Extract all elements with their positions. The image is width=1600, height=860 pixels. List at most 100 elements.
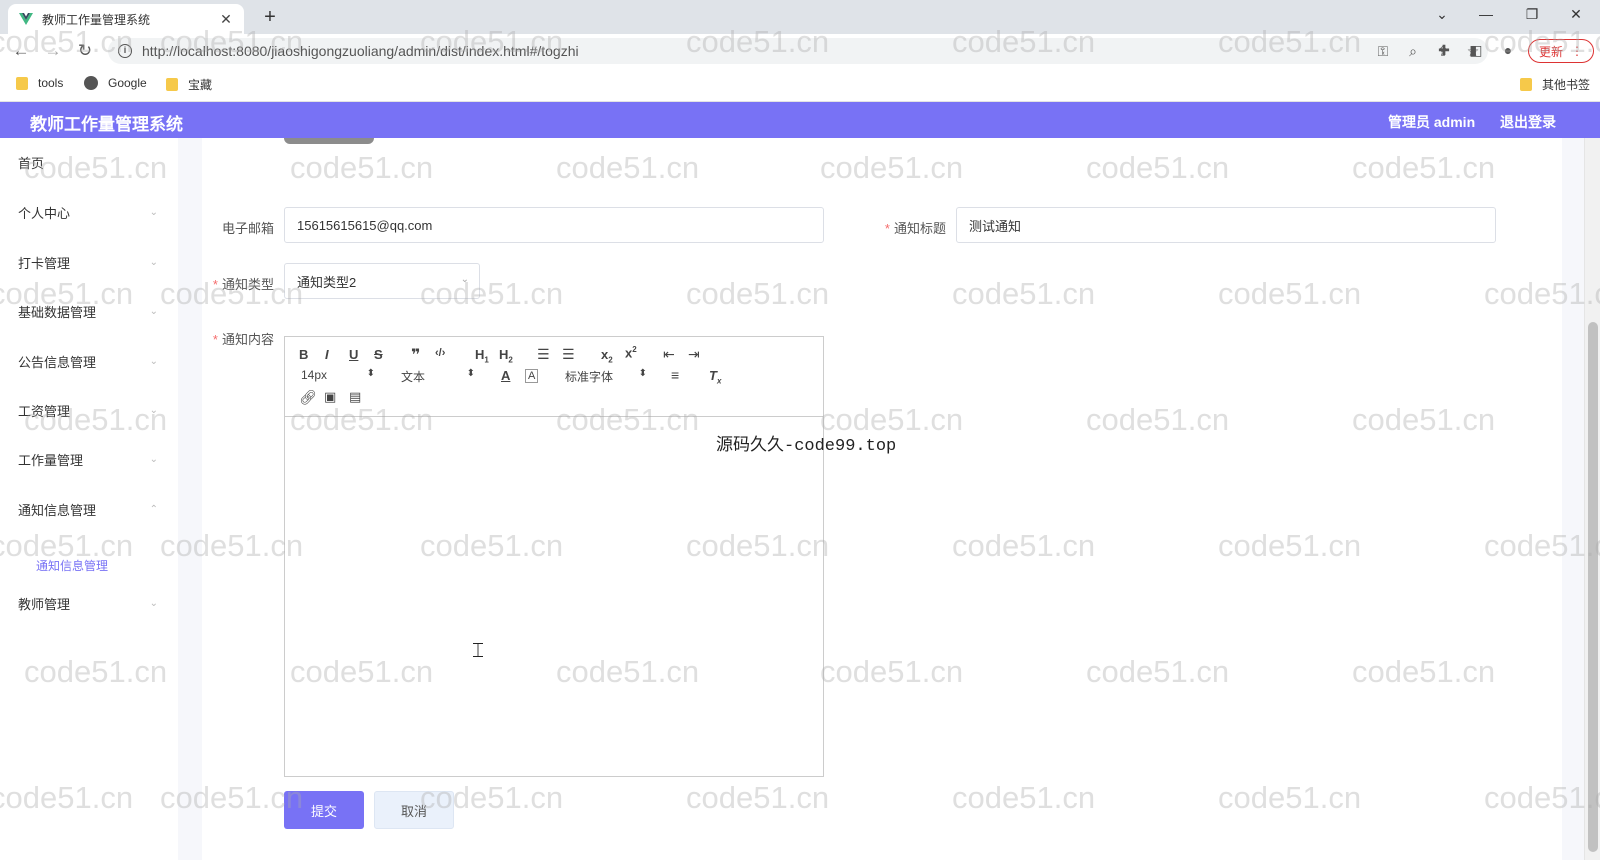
- bookmark-label: Google: [108, 76, 147, 90]
- profile-icon[interactable]: ●: [1498, 42, 1518, 58]
- bullet-list-icon[interactable]: ☰: [562, 346, 575, 363]
- more-icon: ⋮: [1571, 44, 1583, 58]
- header-picker[interactable]: 文本 ⬍: [401, 368, 475, 385]
- sidebar-item-label: 个人中心: [18, 205, 71, 221]
- title-value: 测试通知: [969, 218, 1022, 234]
- align-icon[interactable]: ≡: [671, 367, 679, 383]
- back-icon[interactable]: ←: [10, 40, 32, 62]
- bookmark-label: tools: [38, 76, 64, 90]
- image-preview-edge: [284, 138, 374, 144]
- sidebar-item-home[interactable]: 首页: [0, 142, 178, 182]
- header-value: 文本: [401, 370, 426, 384]
- email-label: 电子邮箱: [221, 221, 274, 236]
- user-name[interactable]: 管理员 admin: [1388, 112, 1475, 132]
- extensions-icon[interactable]: ✚: [1434, 42, 1454, 59]
- minimize-icon[interactable]: —: [1474, 6, 1498, 22]
- video-icon[interactable]: ▤: [349, 389, 361, 405]
- sidebar-subitem-notifications[interactable]: 通知信息管理: [36, 557, 108, 574]
- bookmark-treasure[interactable]: 宝藏: [166, 76, 212, 93]
- browser-tab[interactable]: 教师工作量管理系统 ✕: [8, 4, 244, 34]
- sidebar-item-workload[interactable]: 工作量管理 ⌄: [0, 439, 178, 479]
- bookmarks-bar: tools Google 宝藏 其他书签: [0, 68, 1600, 102]
- sidebar-item-personal-center[interactable]: 个人中心 ⌄: [0, 192, 178, 232]
- email-value: 15615615615@qq.com: [297, 217, 433, 233]
- text-cursor-icon: ⌶: [472, 640, 484, 662]
- background-color-icon[interactable]: A: [525, 369, 539, 383]
- bookmark-google[interactable]: Google: [84, 76, 147, 90]
- window-close-icon[interactable]: ✕: [1564, 6, 1588, 23]
- sidebar-item-basic-data[interactable]: 基础数据管理 ⌄: [0, 291, 178, 331]
- url-text[interactable]: http://localhost:8080/jiaoshigongzuolian…: [142, 43, 579, 59]
- cancel-button[interactable]: 取消: [374, 791, 454, 829]
- indent-icon[interactable]: ⇥: [688, 346, 700, 363]
- tab-close-icon[interactable]: ✕: [218, 11, 234, 28]
- bold-icon[interactable]: B: [299, 347, 308, 362]
- bookmark-label: 宝藏: [188, 78, 213, 92]
- new-tab-button[interactable]: +: [258, 6, 282, 28]
- updown-icon: ⬍: [366, 368, 375, 379]
- font-picker[interactable]: 标准字体 ⬍: [565, 368, 647, 385]
- sidebar-item-clock-in[interactable]: 打卡管理 ⌄: [0, 242, 178, 282]
- link-icon[interactable]: 🔗︎: [299, 389, 317, 406]
- strike-icon[interactable]: S: [374, 347, 383, 362]
- subscript-icon[interactable]: x2: [601, 347, 613, 365]
- blockquote-icon[interactable]: ❞: [411, 345, 420, 365]
- chevron-down-icon: ⌄: [149, 597, 158, 609]
- sidebar: 首页 个人中心 ⌄ 打卡管理 ⌄ 基础数据管理 ⌄ 公告信息管理 ⌄ 工资管理 …: [0, 138, 178, 860]
- globe-icon: [84, 76, 98, 90]
- restore-icon[interactable]: ❐: [1520, 6, 1544, 23]
- browser-tab-strip: 教师工作量管理系统 ✕ + ⌄ — ❐ ✕: [0, 0, 1600, 34]
- submit-button[interactable]: 提交: [284, 791, 364, 829]
- size-picker[interactable]: 14px ⬍: [301, 368, 375, 382]
- reload-icon[interactable]: ↻: [74, 40, 96, 62]
- superscript-icon[interactable]: x2: [625, 345, 637, 360]
- bookmark-tools[interactable]: tools: [16, 76, 63, 90]
- other-bookmarks[interactable]: 其他书签: [1520, 76, 1590, 93]
- omnibox[interactable]: i http://localhost:8080/jiaoshigongzuoli…: [108, 38, 1488, 64]
- address-bar-row: ← → ↻ i http://localhost:8080/jiaoshigon…: [0, 34, 1600, 68]
- rich-text-editor[interactable]: B I U S ❞ ‹/› H1 H2 ☰ ☰ x2 x2 ⇤ ⇥ 14px ⬍…: [284, 336, 824, 777]
- logout-link[interactable]: 退出登录: [1500, 112, 1556, 132]
- password-key-icon[interactable]: ⚿: [1368, 43, 1398, 60]
- ordered-list-icon[interactable]: ☰: [537, 346, 550, 363]
- image-icon[interactable]: ▣: [324, 389, 336, 405]
- sidebar-item-label: 通知信息管理: [18, 502, 97, 518]
- tab-search-icon[interactable]: ⌄: [1430, 6, 1454, 23]
- italic-icon[interactable]: I: [325, 347, 329, 362]
- title-field[interactable]: 测试通知: [956, 207, 1496, 243]
- type-select[interactable]: 通知类型2 ⌄: [284, 263, 480, 299]
- editor-content[interactable]: [285, 418, 823, 776]
- header-1-icon[interactable]: H1: [475, 347, 489, 365]
- sidebar-item-salary[interactable]: 工资管理 ⌄: [0, 390, 178, 430]
- zoom-icon[interactable]: ⌕: [1398, 43, 1428, 60]
- sidebar-item-label: 基础数据管理: [18, 304, 97, 320]
- chevron-down-icon: ⌄: [149, 256, 158, 268]
- tab-title: 教师工作量管理系统: [42, 12, 151, 27]
- forward-icon[interactable]: →: [42, 40, 64, 62]
- scroll-thumb[interactable]: [1588, 322, 1598, 852]
- underline-icon[interactable]: U: [349, 347, 358, 362]
- size-value: 14px: [301, 368, 328, 382]
- chevron-up-icon: ⌃: [149, 503, 158, 515]
- clear-format-icon[interactable]: Tx: [709, 368, 721, 386]
- outdent-icon[interactable]: ⇤: [663, 346, 675, 363]
- vue-logo-icon: [19, 13, 33, 25]
- font-color-icon[interactable]: A: [501, 368, 510, 383]
- sidebar-item-announcements[interactable]: 公告信息管理 ⌄: [0, 341, 178, 381]
- chevron-down-icon: ⌄: [149, 305, 158, 317]
- sidebar-item-label: 公告信息管理: [18, 354, 97, 370]
- sidebar-item-teachers[interactable]: 教师管理 ⌄: [0, 583, 178, 623]
- app-title: 教师工作量管理系统: [30, 115, 183, 134]
- content-label: * 通知内容: [212, 332, 274, 347]
- sidebar-item-label: 工作量管理: [18, 452, 84, 468]
- email-field[interactable]: 15615615615@qq.com: [284, 207, 824, 243]
- site-info-icon[interactable]: i: [118, 44, 132, 58]
- page-scrollbar[interactable]: [1584, 138, 1600, 860]
- chevron-down-icon: ⌄: [149, 206, 158, 218]
- update-button[interactable]: 更新 ⋮: [1528, 39, 1594, 63]
- header-2-icon[interactable]: H2: [499, 347, 513, 365]
- side-panel-icon[interactable]: ◧: [1466, 42, 1486, 59]
- code-block-icon[interactable]: ‹/›: [435, 347, 445, 359]
- sidebar-item-notifications[interactable]: 通知信息管理 ⌃: [0, 489, 178, 529]
- bookmark-label: 其他书签: [1542, 78, 1591, 92]
